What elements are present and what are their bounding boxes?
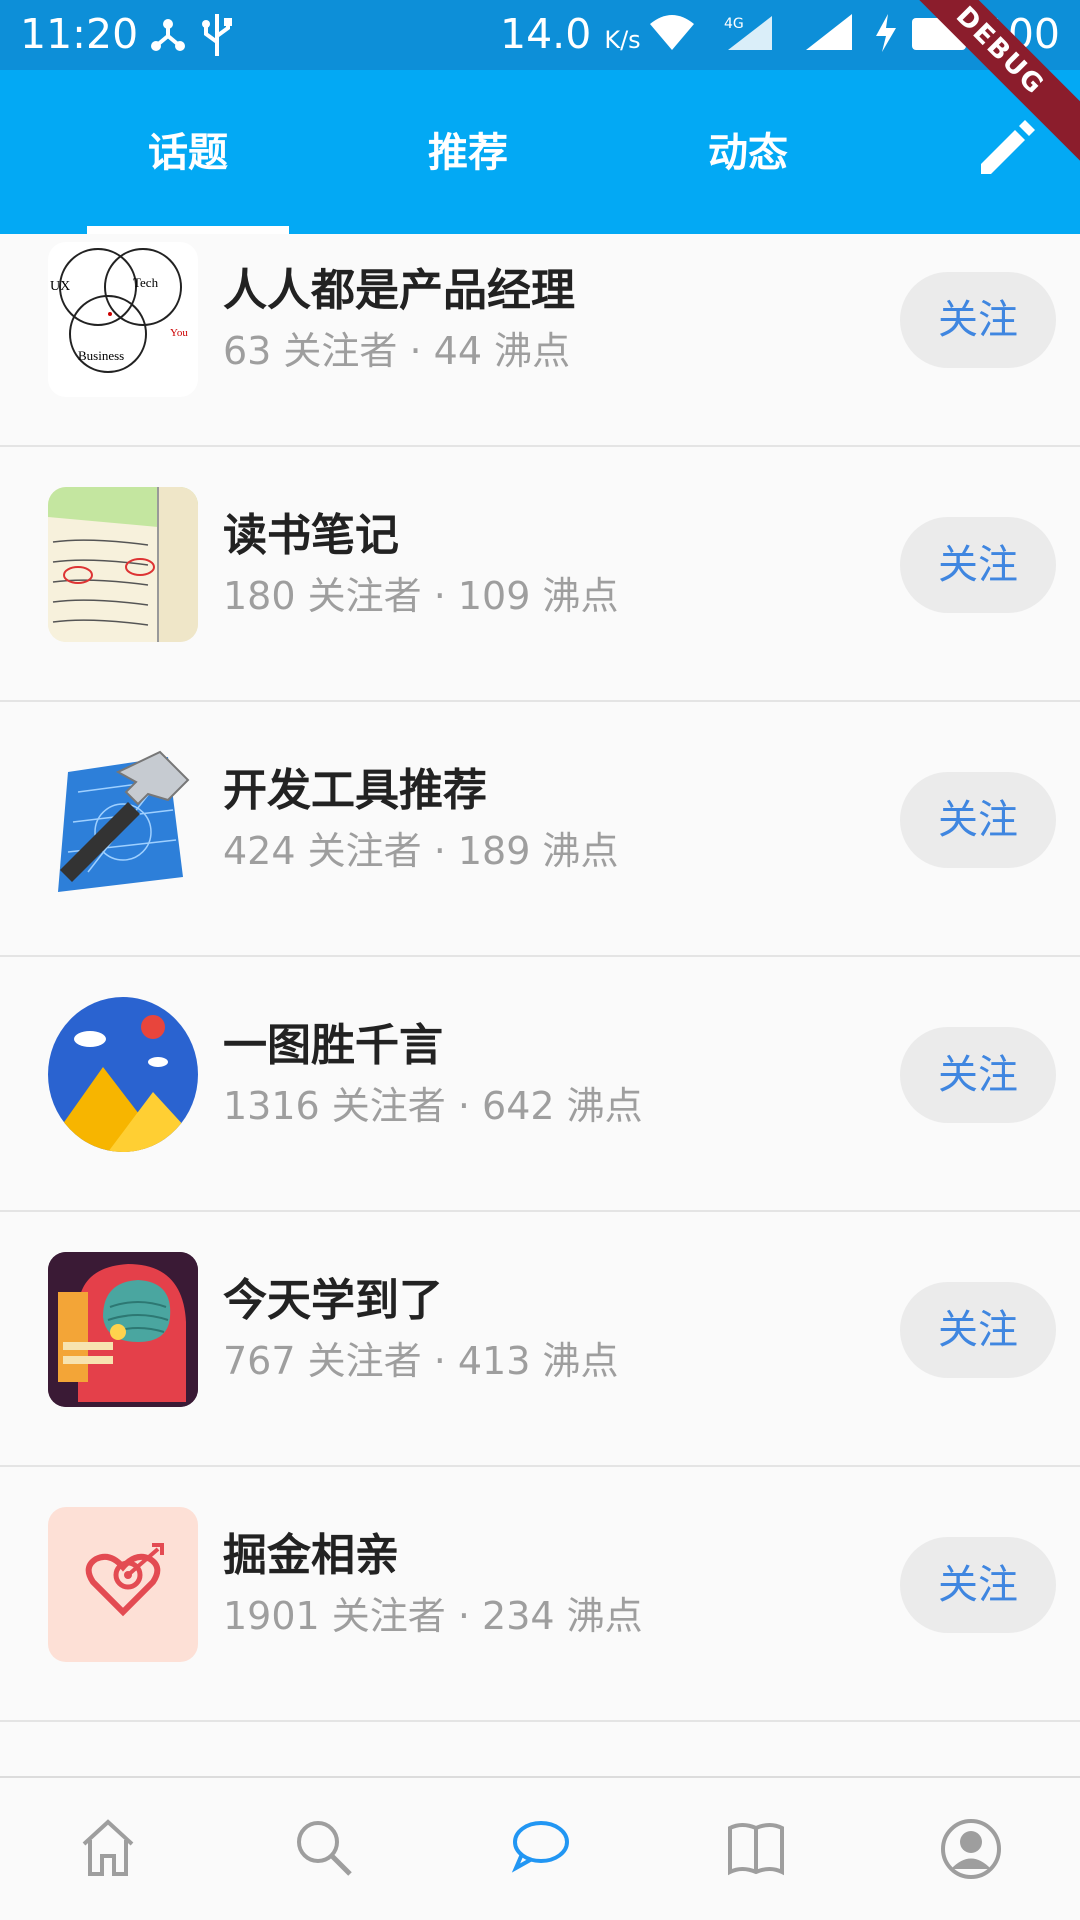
status-bar: 11:20 14.0 K/s 4G 100: [0, 0, 1080, 70]
topic-row[interactable]: 今天学到了 767 关注者 · 413 沸点 关注: [0, 1212, 1080, 1467]
topic-meta: 1316 关注者 · 642 沸点: [223, 1084, 643, 1128]
share-network-icon: [146, 12, 190, 60]
topic-meta: 767 关注者 · 413 沸点: [223, 1339, 619, 1383]
chat-bubble-icon[interactable]: [510, 1818, 570, 1878]
topic-row[interactable]: UX Tech Business You 人人都是产品经理 63 关注者 · 4…: [0, 234, 1080, 447]
tab-activity[interactable]: 动态: [648, 120, 848, 178]
venn-diagram-icon: UX Tech Business You: [48, 242, 198, 397]
tab-indicator: [87, 226, 289, 234]
profile-icon[interactable]: [940, 1818, 1002, 1884]
topic-list: UX Tech Business You 人人都是产品经理 63 关注者 · 4…: [0, 234, 1080, 1722]
topic-meta: 424 关注者 · 189 沸点: [223, 829, 619, 873]
tab-recommended[interactable]: 推荐: [368, 120, 568, 178]
charging-icon: [874, 12, 898, 58]
topic-title: 读书笔记: [223, 510, 399, 561]
hammer-blueprint-icon: [48, 742, 198, 897]
landscape-picture-icon: [48, 997, 198, 1152]
edit-pencil-icon[interactable]: [975, 120, 1035, 184]
topic-meta: 1901 关注者 · 234 沸点: [223, 1594, 643, 1638]
topic-title: 今天学到了: [223, 1275, 443, 1326]
follow-button[interactable]: 关注: [900, 272, 1056, 368]
topic-meta: 180 关注者 · 109 沸点: [223, 574, 619, 618]
home-icon[interactable]: [80, 1818, 136, 1882]
svg-text:UX: UX: [50, 279, 70, 294]
heart-target-icon: [48, 1507, 198, 1662]
search-icon[interactable]: [294, 1818, 354, 1882]
follow-button[interactable]: 关注: [900, 1027, 1056, 1123]
topic-row[interactable]: 一图胜千言 1316 关注者 · 642 沸点 关注: [0, 957, 1080, 1212]
book-icon[interactable]: [726, 1818, 786, 1882]
topic-row[interactable]: 掘金相亲 1901 关注者 · 234 沸点 关注: [0, 1467, 1080, 1722]
notebook-icon: [48, 487, 198, 642]
follow-button[interactable]: 关注: [900, 1537, 1056, 1633]
svg-text:4G: 4G: [724, 16, 744, 32]
topic-row[interactable]: 读书笔记 180 关注者 · 109 沸点 关注: [0, 447, 1080, 702]
svg-text:Tech: Tech: [133, 275, 159, 290]
bottom-navigation: [0, 1776, 1080, 1920]
topic-title: 掘金相亲: [223, 1530, 399, 1581]
svg-text:You: You: [170, 327, 188, 339]
topic-meta: 63 关注者 · 44 沸点: [223, 329, 571, 373]
wifi-icon: [648, 12, 696, 56]
usb-icon: [200, 12, 234, 62]
cell-signal-4g-icon: 4G: [722, 12, 776, 56]
brain-head-icon: [48, 1252, 198, 1407]
app-bar: 话题 推荐 动态: [0, 70, 1080, 234]
topic-title: 开发工具推荐: [223, 765, 487, 816]
svg-text:Business: Business: [78, 348, 124, 363]
status-time: 11:20: [20, 10, 139, 58]
follow-button[interactable]: 关注: [900, 517, 1056, 613]
follow-button[interactable]: 关注: [900, 772, 1056, 868]
topic-title: 一图胜千言: [223, 1020, 443, 1071]
topic-row[interactable]: 开发工具推荐 424 关注者 · 189 沸点 关注: [0, 702, 1080, 957]
network-speed: 14.0 K/s: [500, 10, 641, 58]
cell-signal-icon: [804, 12, 854, 56]
follow-button[interactable]: 关注: [900, 1282, 1056, 1378]
tab-topics[interactable]: 话题: [88, 120, 288, 178]
topic-title: 人人都是产品经理: [223, 265, 575, 316]
